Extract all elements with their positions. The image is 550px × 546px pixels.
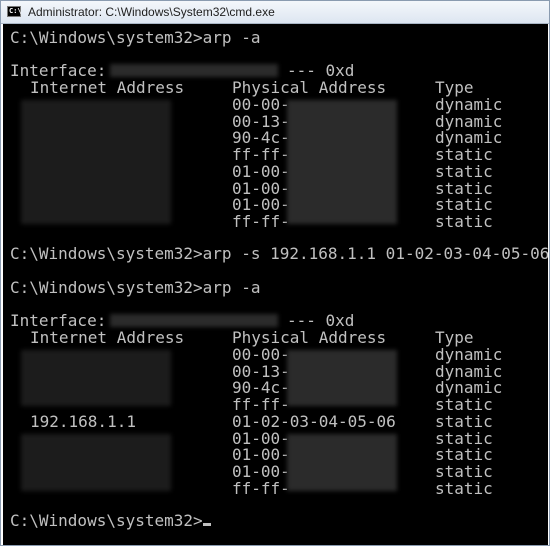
entry-type: dynamic bbox=[435, 378, 503, 398]
entry-physical-address: 00-13- bbox=[232, 111, 290, 131]
entry-physical-address: 00-13- bbox=[232, 361, 290, 381]
redacted-interface-ip bbox=[110, 314, 278, 327]
entry-physical-address: 01-00- bbox=[232, 178, 290, 198]
entry-ip: 192.168.1.1 bbox=[30, 411, 136, 431]
entry-type: dynamic bbox=[435, 95, 503, 114]
cmd-window: C:\ Administrator: C:\Windows\System32\c… bbox=[0, 0, 550, 546]
interface-label: Interface: bbox=[10, 311, 107, 330]
entry-physical-address: 01-00- bbox=[232, 428, 290, 448]
entry-physical-address: 00-00- bbox=[232, 95, 290, 114]
entry-type: dynamic bbox=[435, 111, 503, 131]
entry-physical-address: 90-4c- bbox=[232, 128, 290, 148]
entry-type: static bbox=[435, 161, 493, 181]
entry-physical-address: ff-ff- bbox=[232, 211, 290, 231]
entry-physical-address: 90-4c- bbox=[232, 378, 290, 398]
entry-type: dynamic bbox=[435, 361, 503, 381]
redacted-ip-list bbox=[21, 434, 171, 491]
redacted-interface-ip bbox=[110, 64, 278, 77]
entry-type: static bbox=[435, 411, 493, 431]
entry-type: dynamic bbox=[435, 345, 503, 364]
redacted-mac-list bbox=[287, 350, 397, 406]
title-bar[interactable]: C:\ Administrator: C:\Windows\System32\c… bbox=[1, 1, 549, 24]
entry-type: static bbox=[435, 211, 493, 231]
prompt-text: C:\Windows\system32> bbox=[10, 511, 203, 530]
entry-type: static bbox=[435, 195, 493, 215]
header-type: Type bbox=[435, 78, 474, 97]
interface-line: Interface: --- 0xd bbox=[10, 312, 548, 329]
entry-type: static bbox=[435, 395, 493, 415]
entry-type: static bbox=[435, 428, 493, 448]
arp-entry-row: 192.168.1.1 01-02-03-04-05-06 static bbox=[10, 413, 548, 430]
entry-physical-address: ff-ff- bbox=[232, 145, 290, 165]
cmd-icon: C:\ bbox=[7, 6, 22, 17]
entry-physical-address: ff-ff- bbox=[232, 478, 290, 498]
column-headers: Internet Address Physical Address Type bbox=[10, 329, 548, 346]
column-headers: Internet Address Physical Address Type bbox=[10, 79, 548, 96]
entry-type: dynamic bbox=[435, 128, 503, 148]
entry-type: static bbox=[435, 145, 493, 165]
text-cursor bbox=[202, 523, 211, 526]
window-title: Administrator: C:\Windows\System32\cmd.e… bbox=[28, 5, 275, 19]
header-internet-address: Internet Address bbox=[30, 328, 185, 347]
header-physical-address: Physical Address bbox=[232, 78, 387, 97]
interface-label: Interface: bbox=[10, 61, 107, 80]
entry-type: static bbox=[435, 478, 493, 498]
entry-physical-address: 01-02-03-04-05-06 bbox=[232, 411, 396, 431]
command-line: C:\Windows\system32>arp -s 192.168.1.1 0… bbox=[10, 244, 548, 263]
entry-physical-address: 01-00- bbox=[232, 195, 290, 215]
command-line: C:\Windows\system32>arp -a bbox=[10, 28, 261, 47]
header-physical-address: Physical Address bbox=[232, 328, 387, 347]
entry-physical-address: 01-00- bbox=[232, 161, 290, 181]
entry-physical-address: 01-00- bbox=[232, 445, 290, 465]
entry-type: static bbox=[435, 178, 493, 198]
redacted-ip-list bbox=[21, 350, 171, 406]
console-output[interactable]: C:\Windows\system32>arp -a Interface: --… bbox=[3, 24, 548, 545]
interface-suffix: --- 0xd bbox=[287, 61, 355, 80]
redacted-ip-list bbox=[21, 100, 171, 224]
command-line: C:\Windows\system32>arp -a bbox=[10, 278, 261, 297]
interface-line: Interface: --- 0xd bbox=[10, 62, 548, 79]
entry-physical-address: ff-ff- bbox=[232, 395, 290, 415]
entry-physical-address: 00-00- bbox=[232, 345, 290, 364]
redacted-mac-list bbox=[287, 434, 397, 491]
entry-physical-address: 01-00- bbox=[232, 461, 290, 481]
redacted-mac-list bbox=[287, 100, 397, 224]
command-prompt[interactable]: C:\Windows\system32> bbox=[10, 512, 211, 529]
entry-type: static bbox=[435, 445, 493, 465]
interface-suffix: --- 0xd bbox=[287, 311, 355, 330]
header-type: Type bbox=[435, 328, 474, 347]
entry-type: static bbox=[435, 461, 493, 481]
header-internet-address: Internet Address bbox=[30, 78, 185, 97]
